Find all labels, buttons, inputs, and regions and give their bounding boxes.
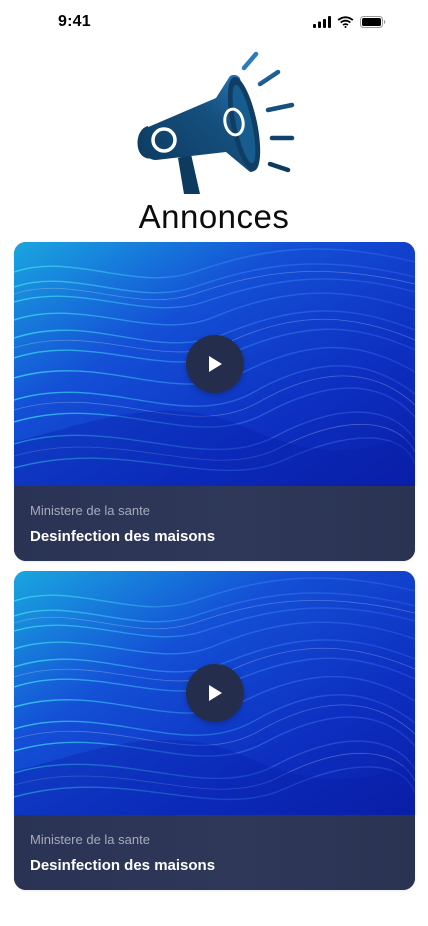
megaphone-icon <box>128 48 298 200</box>
card-footer: Ministere de la sante Desinfection des m… <box>14 486 415 561</box>
play-icon <box>206 683 224 703</box>
play-button[interactable] <box>186 335 244 393</box>
card-source: Ministere de la sante <box>30 832 150 847</box>
play-button[interactable] <box>186 664 244 722</box>
battery-icon <box>360 15 386 33</box>
wifi-icon <box>337 15 354 33</box>
status-time: 9:41 <box>58 13 91 30</box>
signal-icon <box>313 15 331 33</box>
play-icon <box>206 354 224 374</box>
status-icons <box>313 15 386 33</box>
video-thumbnail[interactable] <box>14 242 415 486</box>
page-title: Annonces <box>138 198 290 235</box>
card-source: Ministere de la sante <box>30 503 150 518</box>
video-thumbnail[interactable] <box>14 571 415 815</box>
card-title[interactable]: Desinfection des maisons <box>30 857 215 874</box>
card-title[interactable]: Desinfection des maisons <box>30 528 215 545</box>
announcement-card[interactable]: Ministere de la sante Desinfection des m… <box>14 571 415 890</box>
status-bar: 9:41 <box>0 0 428 44</box>
announcement-card[interactable]: Ministere de la sante Desinfection des m… <box>14 242 415 561</box>
card-footer: Ministere de la sante Desinfection des m… <box>14 815 415 890</box>
